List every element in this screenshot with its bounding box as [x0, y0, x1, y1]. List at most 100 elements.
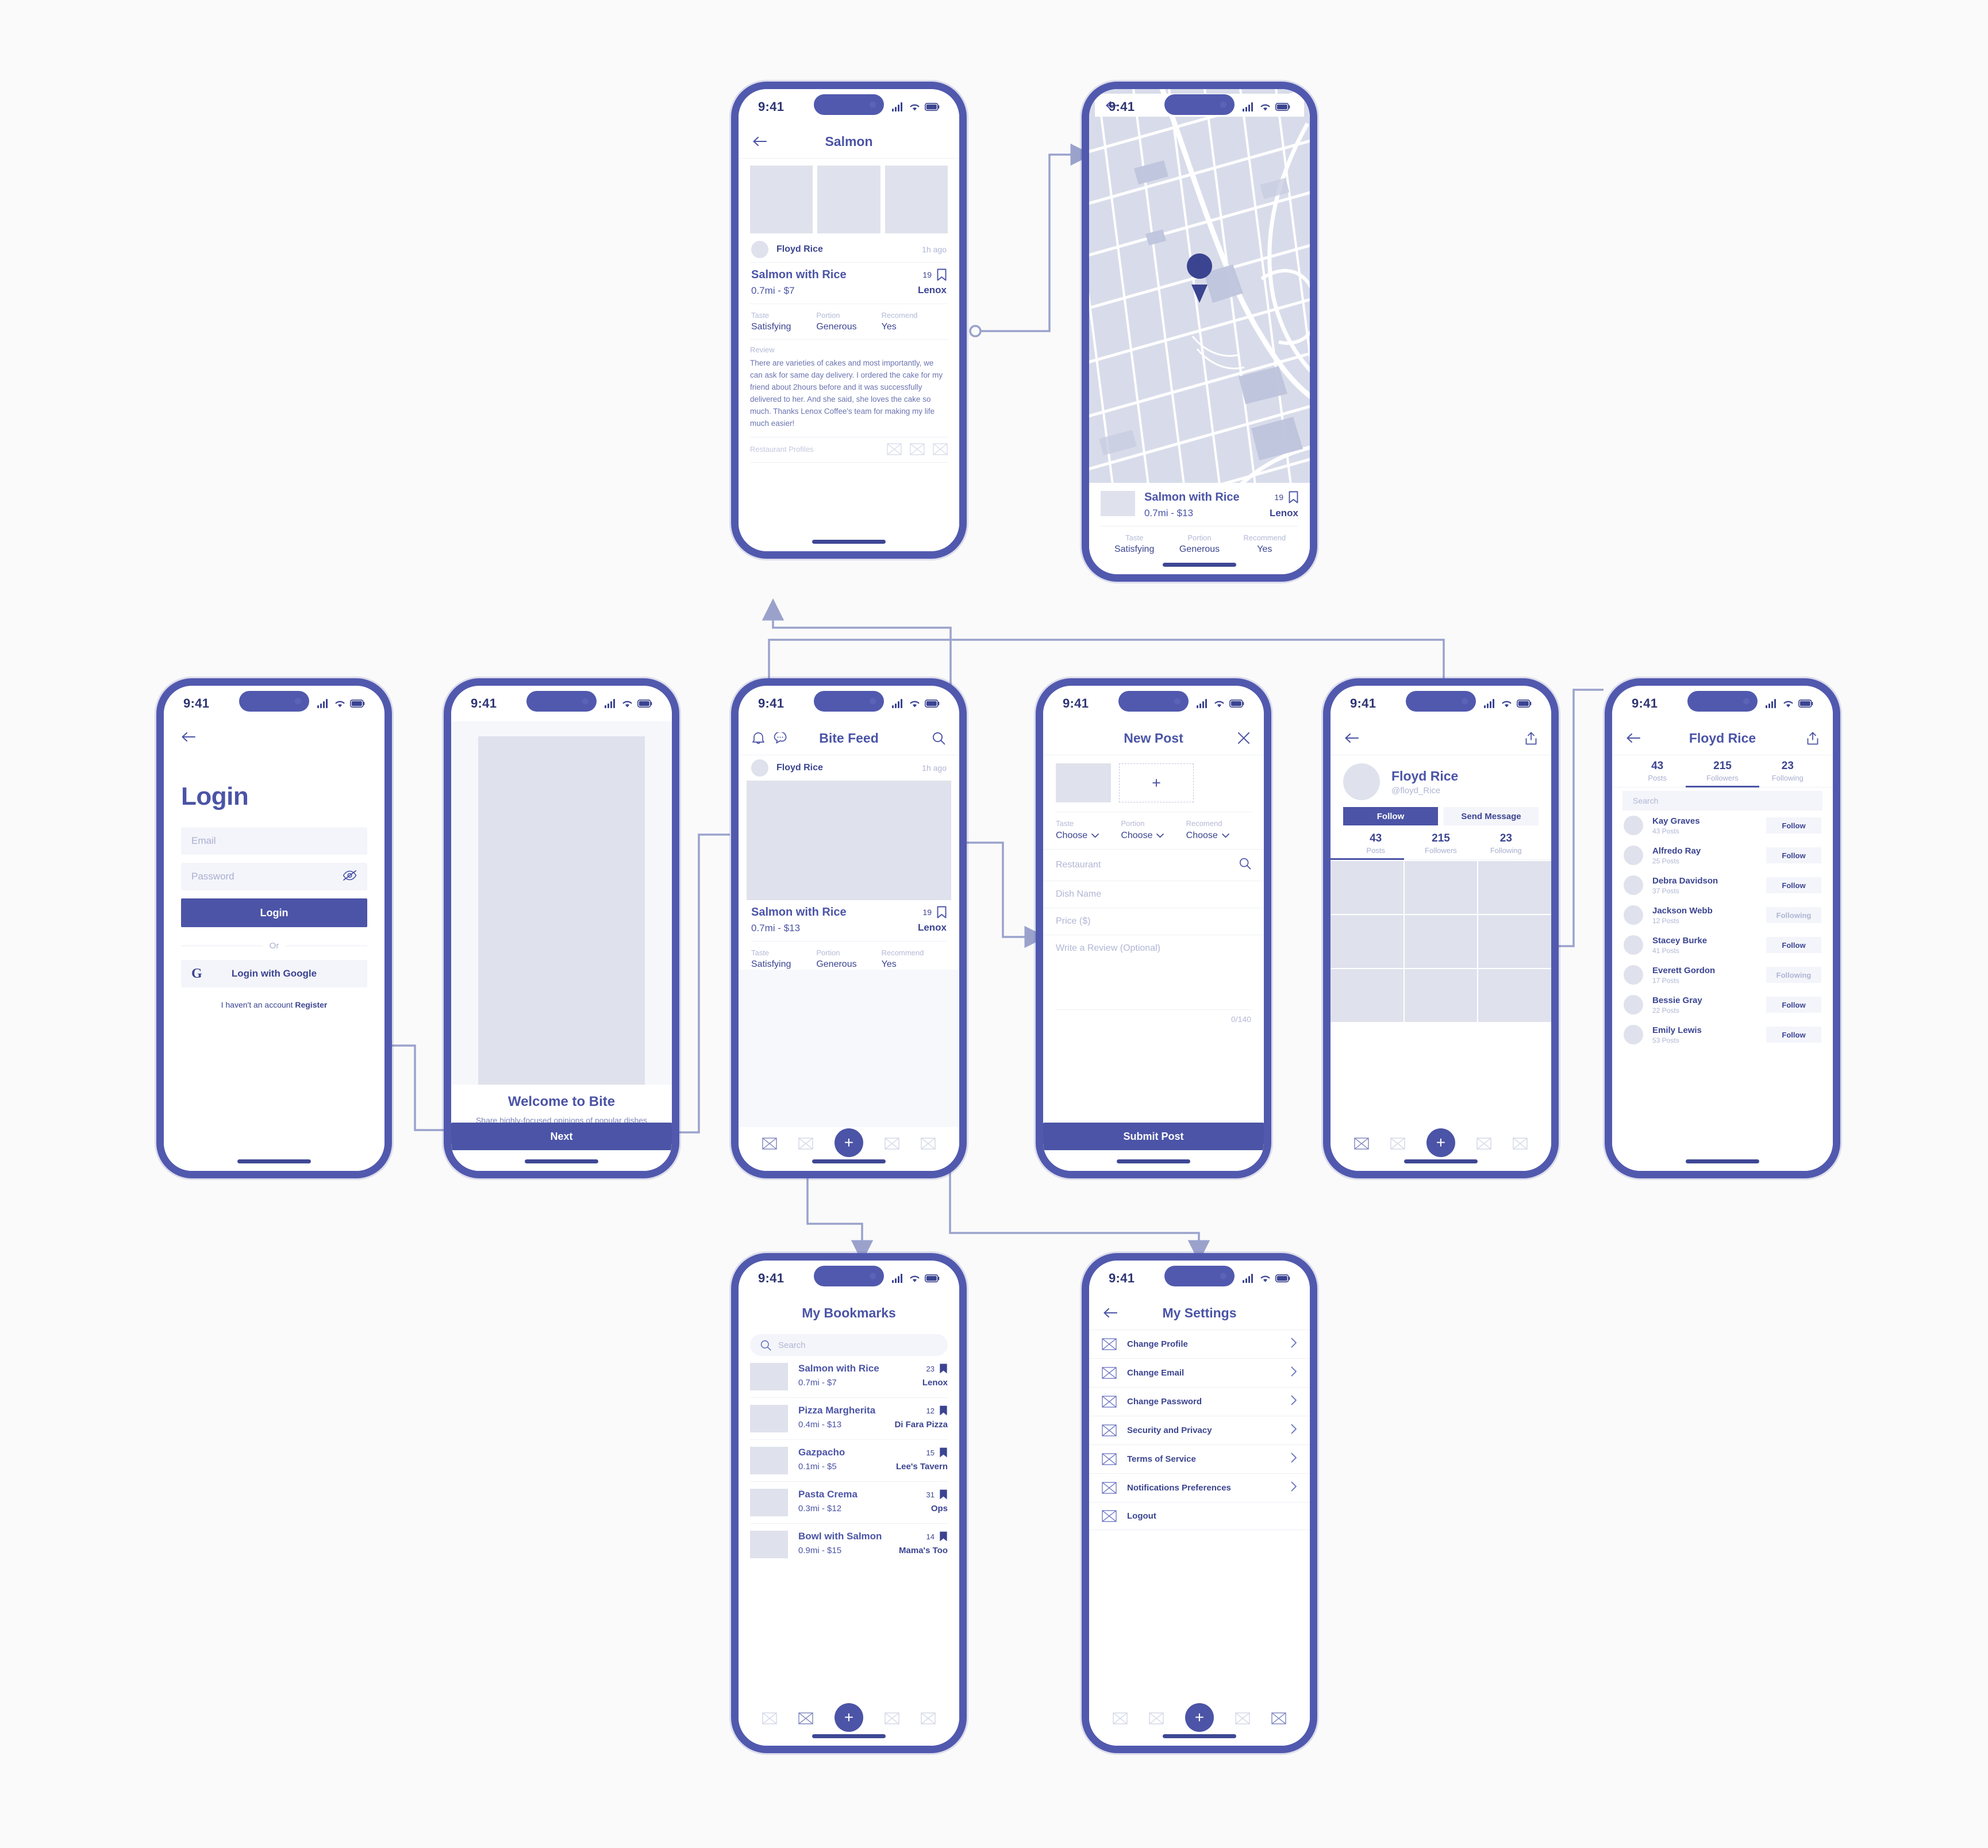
review-textarea[interactable]: Write a Review (Optional) — [1043, 935, 1264, 1009]
new-post-fab[interactable]: + — [1185, 1703, 1214, 1732]
tab-discover[interactable] — [1235, 1712, 1250, 1724]
restaurant-profiles-row[interactable]: Restaurant Profiles — [739, 437, 959, 455]
tab-discover[interactable] — [885, 1137, 899, 1150]
restaurant-name[interactable]: Lee's Tavern — [896, 1462, 948, 1472]
back-button[interactable] — [752, 136, 767, 147]
chooser-taste[interactable]: Taste Choose — [1056, 819, 1121, 841]
grid-cell[interactable] — [1478, 915, 1551, 968]
table-row[interactable]: Pasta Crema 0.3mi - $12 31 Ops — [739, 1482, 959, 1523]
followers-body[interactable]: 43 Posts 215 Followers 23 Following Sear… — [1612, 755, 1833, 1171]
tab-bookmarks[interactable] — [1149, 1712, 1164, 1724]
dish-name-field[interactable]: Dish Name — [1043, 881, 1264, 908]
tab-settings[interactable] — [921, 1137, 936, 1150]
restaurant-field[interactable]: Restaurant — [1043, 849, 1264, 881]
grid-cell[interactable] — [1404, 969, 1478, 1022]
chooser-value-wrap[interactable]: Choose — [1056, 831, 1121, 841]
follow-button[interactable]: Follow — [1766, 817, 1821, 833]
chooser-recommend[interactable]: Recomend Choose — [1186, 819, 1251, 841]
new-post-fab[interactable]: + — [834, 1128, 863, 1157]
list-item[interactable]: Everett Gordon 17 Posts Following — [1612, 960, 1833, 990]
restaurant-name[interactable]: Lenox — [918, 285, 947, 296]
search-input[interactable]: Search — [1622, 791, 1822, 810]
avatar[interactable] — [1343, 763, 1380, 800]
table-row[interactable]: Bowl with Salmon 0.9mi - $15 14 Mama's T… — [739, 1524, 959, 1565]
bell-icon[interactable] — [752, 732, 764, 744]
table-row[interactable]: Pizza Margherita 0.4mi - $13 12 Di Fara … — [739, 1398, 959, 1439]
grid-cell[interactable] — [1331, 969, 1403, 1022]
add-photo-button[interactable]: + — [1119, 763, 1194, 802]
author-row[interactable]: Floyd Rice 1h ago — [739, 755, 959, 781]
tab-bookmarks[interactable] — [798, 1137, 813, 1150]
settings-item-change-profile[interactable]: Change Profile — [1089, 1330, 1310, 1359]
grid-cell[interactable] — [1404, 861, 1478, 914]
search-icon[interactable] — [932, 732, 945, 745]
bookmark-filled-icon[interactable] — [939, 1489, 948, 1500]
bookmark-filled-icon[interactable] — [939, 1405, 948, 1416]
feed-post-card[interactable]: Floyd Rice 1h ago Salmon with Rice 0.7mi… — [739, 755, 959, 970]
bookmark-icon[interactable] — [937, 268, 947, 281]
tab-settings[interactable] — [1513, 1137, 1528, 1150]
share-upload-icon[interactable] — [1525, 732, 1537, 745]
tab-settings[interactable] — [921, 1712, 936, 1724]
list-item[interactable]: Emily Lewis 53 Posts Follow — [1612, 1020, 1833, 1050]
tab-home[interactable] — [1112, 1712, 1128, 1724]
restaurant-name[interactable]: Ops — [926, 1504, 948, 1513]
search-input[interactable]: Search — [750, 1334, 948, 1356]
feed-body[interactable]: Floyd Rice 1h ago Salmon with Rice 0.7mi… — [739, 755, 959, 1171]
grid-cell[interactable] — [1478, 969, 1551, 1022]
following-button[interactable]: Following — [1766, 967, 1821, 983]
photo-thumb[interactable] — [885, 166, 948, 233]
new-post-fab[interactable]: + — [834, 1703, 863, 1732]
follow-button[interactable]: Follow — [1766, 847, 1821, 863]
stat-following[interactable]: 23 Following — [1474, 832, 1539, 855]
back-button[interactable] — [1344, 733, 1359, 743]
chooser-portion[interactable]: Portion Choose — [1121, 819, 1186, 841]
back-button[interactable] — [1103, 1308, 1118, 1318]
register-row[interactable]: I haven't an account Register — [181, 1000, 367, 1009]
settings-item-logout[interactable]: Logout — [1089, 1503, 1310, 1530]
restaurant-name[interactable]: Lenox — [922, 1378, 948, 1388]
restaurant-name[interactable]: Di Fara Pizza — [894, 1420, 948, 1430]
grid-cell[interactable] — [1478, 861, 1551, 914]
profile-post-grid[interactable] — [1331, 861, 1551, 1022]
settings-item-terms-of-service[interactable]: Terms of Service — [1089, 1445, 1310, 1474]
restaurant-name[interactable]: Mama's Too — [899, 1546, 948, 1555]
chooser-value-wrap[interactable]: Choose — [1121, 831, 1186, 841]
tab-home[interactable] — [762, 1137, 777, 1150]
placeholder-icon[interactable] — [933, 443, 948, 455]
message-bubble-icon[interactable] — [774, 732, 787, 744]
email-field[interactable]: Email — [181, 827, 367, 855]
tab-settings[interactable] — [1271, 1712, 1287, 1724]
tab-discover[interactable] — [1476, 1137, 1491, 1150]
search-icon[interactable] — [1239, 858, 1251, 873]
bookmark-icon[interactable] — [937, 906, 947, 919]
following-button[interactable]: Following — [1766, 907, 1821, 923]
photo-thumb[interactable] — [750, 166, 813, 233]
tab-bookmarks[interactable] — [798, 1712, 813, 1724]
placeholder-icon[interactable] — [910, 443, 925, 455]
grid-cell[interactable] — [1331, 915, 1403, 968]
follow-button[interactable]: Follow — [1766, 937, 1821, 953]
avatar[interactable] — [751, 759, 768, 777]
close-x-icon[interactable] — [1237, 732, 1250, 744]
stat-followers[interactable]: 215 Followers — [1690, 760, 1755, 782]
tab-home[interactable] — [1353, 1137, 1369, 1150]
list-item[interactable]: Bessie Gray 22 Posts Follow — [1612, 990, 1833, 1020]
follow-button[interactable]: Follow — [1766, 877, 1821, 893]
settings-item-change-email[interactable]: Change Email — [1089, 1359, 1310, 1388]
list-item[interactable]: Alfredo Ray 25 Posts Follow — [1612, 840, 1833, 870]
tab-bookmarks[interactable] — [1390, 1137, 1405, 1150]
stat-followers[interactable]: 215 Followers — [1408, 832, 1473, 855]
google-login-button[interactable]: G Login with Google — [181, 960, 367, 988]
stat-following[interactable]: 23 Following — [1755, 760, 1820, 782]
grid-cell[interactable] — [1331, 861, 1403, 914]
bookmark-icon[interactable] — [1289, 491, 1298, 504]
new-post-fab[interactable]: + — [1426, 1128, 1455, 1157]
restaurant-name[interactable]: Lenox — [918, 922, 947, 933]
tab-home[interactable] — [762, 1712, 777, 1724]
stat-posts[interactable]: 43 Posts — [1625, 760, 1690, 782]
chooser-value-wrap[interactable]: Choose — [1186, 831, 1251, 841]
list-item[interactable]: Jackson Webb 12 Posts Following — [1612, 900, 1833, 930]
selected-photo[interactable] — [1056, 763, 1111, 802]
table-row[interactable]: Salmon with Rice 0.7mi - $7 23 Lenox — [739, 1356, 959, 1397]
